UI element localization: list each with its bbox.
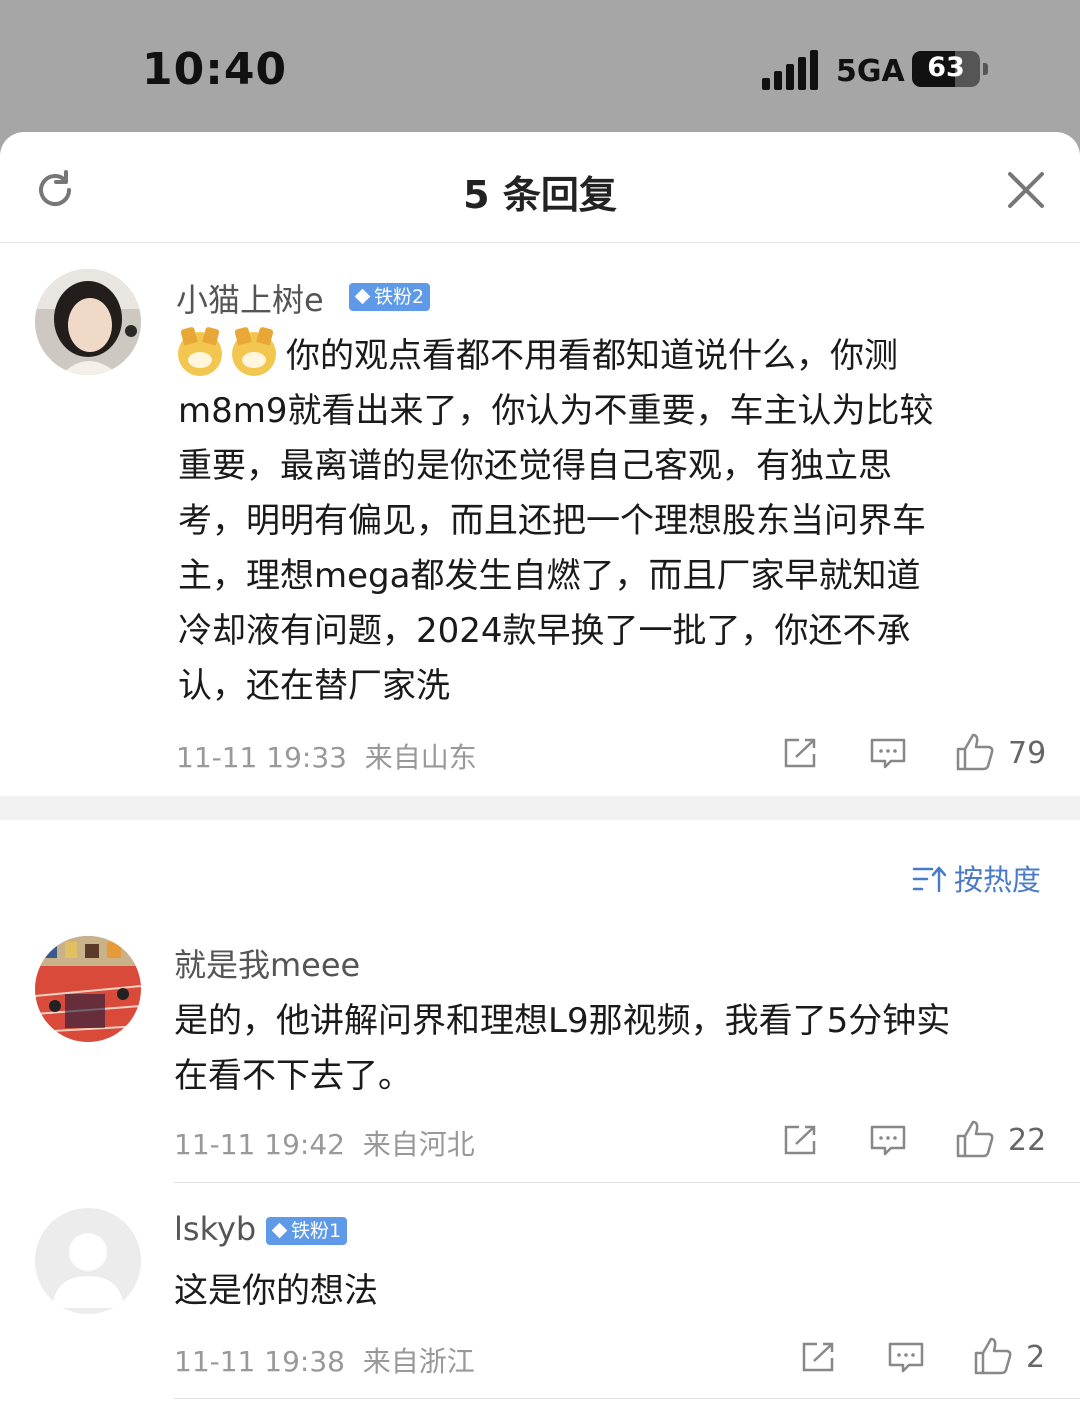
like-count: 2 (1026, 1340, 1046, 1375)
fan-badge: 铁粉1 (266, 1217, 348, 1245)
reply-meta: 11-11 19:38 来自浙江 (174, 1340, 475, 1380)
avatar[interactable] (35, 936, 141, 1042)
share-icon[interactable] (781, 736, 819, 770)
avatar-image (35, 936, 141, 1042)
comment-text: 你的观点看都不用看都知道说什么，你测 m8m9就看出来了，你认为不重要，车主认为… (178, 329, 1038, 714)
reply-meta: 11-11 19:42 来自河北 (174, 1123, 475, 1163)
avatar-image (35, 269, 141, 375)
sort-icon (912, 866, 946, 893)
reply-line: 这是你的想法 (174, 1271, 378, 1311)
like-count: 79 (1008, 736, 1047, 771)
battery-icon: 63 (912, 51, 980, 87)
comment-line: 你的观点看都不用看都知道说什么，你测 (178, 329, 1038, 384)
share-icon[interactable] (781, 1123, 819, 1157)
like-count: 22 (1008, 1123, 1047, 1158)
badge-label: 铁粉2 (374, 286, 425, 308)
section-separator (0, 796, 1080, 820)
username[interactable]: 小猫上树e (176, 275, 324, 321)
sort-label: 按热度 (954, 863, 1042, 897)
close-icon[interactable] (1006, 170, 1046, 210)
comment-line: 考，明明有偏见，而且还把一个理想股东当问界车 (178, 501, 926, 541)
username[interactable]: lskyb (174, 1210, 256, 1248)
comment-line: 认，还在替厂家洗 (178, 666, 450, 706)
sheet-title: 5 条回复 (463, 173, 617, 217)
comment-line: m8m9就看出来了，你认为不重要，车主认为比较 (178, 391, 934, 431)
comment-icon[interactable] (887, 1340, 925, 1374)
share-icon[interactable] (799, 1340, 837, 1374)
timestamp: 11-11 19:33 (176, 741, 347, 774)
location: 来自山东 (364, 741, 477, 774)
battery-level: 63 (927, 52, 965, 83)
like-icon[interactable] (955, 732, 995, 772)
signal-icon (762, 50, 820, 90)
badge-label: 铁粉1 (291, 1220, 342, 1242)
timestamp: 11-11 19:38 (174, 1345, 345, 1378)
status-bar: 10:40 5GA 63 (0, 0, 1080, 132)
diamond-icon (271, 1222, 288, 1239)
reply-text: 这是你的想法 (174, 1264, 1054, 1319)
reply-line: 在看不下去了。 (174, 1056, 412, 1096)
location: 来自河北 (362, 1128, 475, 1161)
replies-sheet: 5 条回复 小猫上树e 铁粉2 你的观点看都不用看都知道说什么，你测 m8m9就… (0, 132, 1080, 1419)
avatar[interactable] (35, 1208, 141, 1314)
doge-emoji (178, 332, 222, 376)
comment-icon[interactable] (869, 1123, 907, 1157)
location: 来自浙江 (362, 1345, 475, 1378)
username[interactable]: 就是我meee (174, 940, 360, 986)
battery-tip (983, 63, 988, 75)
divider (174, 1182, 1080, 1183)
sort-by-hot-button[interactable]: 按热度 (912, 857, 1041, 899)
like-icon[interactable] (973, 1336, 1013, 1376)
diamond-icon (354, 288, 371, 305)
fan-badge: 铁粉2 (349, 283, 431, 311)
network-type: 5GA (836, 54, 905, 89)
doge-emoji (232, 332, 276, 376)
comment-line-text: 你的观点看都不用看都知道说什么，你测 (286, 336, 898, 376)
reply-text: 是的，他讲解问界和理想L9那视频，我看了5分钟实 在看不下去了。 (174, 994, 1054, 1104)
sheet-header: 5 条回复 (0, 132, 1080, 243)
timestamp: 11-11 19:42 (174, 1128, 345, 1161)
default-avatar-icon (35, 1208, 141, 1314)
comment-line: 主，理想mega都发生自燃了，而且厂家早就知道 (178, 556, 921, 596)
comment-line: 重要，最离谱的是你还觉得自己客观，有独立思 (178, 446, 892, 486)
comment-meta: 11-11 19:33 来自山东 (176, 736, 477, 776)
avatar[interactable] (35, 269, 141, 375)
status-time: 10:40 (142, 44, 288, 95)
comment-line: 冷却液有问题，2024款早换了一批了，你还不承 (178, 611, 911, 651)
comment-icon[interactable] (869, 736, 907, 770)
reply-line: 是的，他讲解问界和理想L9那视频，我看了5分钟实 (174, 1001, 951, 1041)
divider (174, 1398, 1080, 1399)
like-icon[interactable] (955, 1119, 995, 1159)
